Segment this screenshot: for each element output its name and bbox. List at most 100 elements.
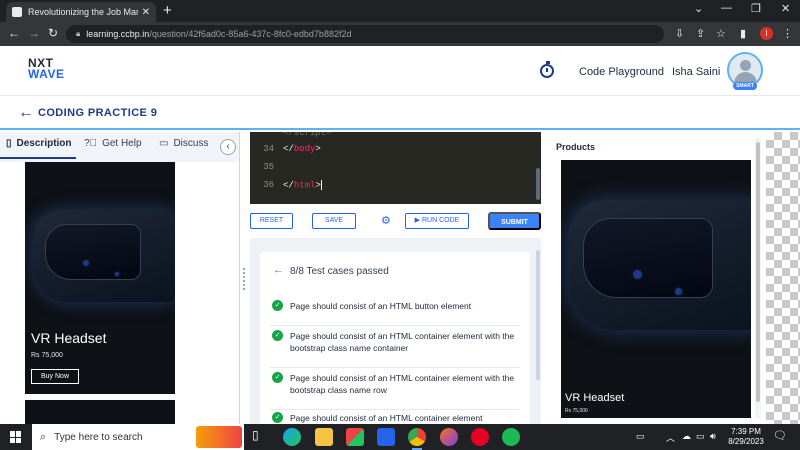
start-pane — [10, 431, 15, 437]
test-summary: 8/8 Test cases passed — [290, 266, 389, 277]
test-case-text: Page should consist of an HTML container… — [290, 413, 483, 423]
start-pane — [16, 431, 21, 437]
vr-visor — [45, 224, 141, 280]
logo-line-2: WAVE — [28, 67, 65, 81]
url-host: learning.ccbp.in — [86, 29, 150, 39]
mail-icon[interactable] — [377, 428, 395, 446]
check-circle-icon: ✓ — [272, 330, 283, 341]
tab-search-icon[interactable]: ⌄ — [694, 2, 703, 15]
document-icon: ▯ — [6, 138, 12, 149]
results-scrollbar[interactable] — [536, 250, 540, 380]
editor-toolbar: RESET SAVE ⚙ ▶ RUN CODE SUBMIT — [250, 204, 541, 238]
pinterest-icon[interactable] — [471, 428, 489, 446]
new-tab-button[interactable]: + — [163, 2, 172, 19]
address-bar[interactable]: 🔒︎ learning.ccbp.in /question/42f6ad0c-8… — [66, 25, 664, 43]
active-tab-indicator — [0, 157, 76, 159]
system-clock[interactable]: 7:39 PM 8/29/2023 — [724, 427, 768, 447]
test-case: ✓ Page should consist of an HTML button … — [270, 300, 520, 326]
editor-scrollbar[interactable] — [536, 168, 540, 200]
install-icon[interactable]: ⇩ — [675, 27, 684, 40]
firefox-icon[interactable] — [440, 428, 458, 446]
search-highlight-image[interactable] — [196, 426, 242, 448]
windows-start-icon[interactable] — [10, 431, 22, 443]
cloud-icon[interactable]: ☁ — [682, 431, 691, 442]
test-case-text: Page should consist of an HTML container… — [290, 331, 515, 353]
vr-camera — [631, 268, 644, 281]
tab-get-help[interactable]: ?⃝ Get Help — [84, 138, 142, 149]
preview-scrollbar[interactable] — [756, 142, 760, 402]
edge-icon[interactable] — [283, 428, 301, 446]
collapse-panel-button[interactable]: ‹ — [220, 139, 236, 155]
code-punct: </ — [283, 180, 294, 191]
preview-product-title: VR Headset — [565, 392, 625, 404]
task-view-icon[interactable]: ▯ — [252, 428, 270, 446]
test-case: ✓ Page should consist of an HTML contain… — [270, 330, 520, 368]
close-window-icon[interactable]: ✕ — [781, 2, 790, 15]
share-icon[interactable]: ⇪ — [696, 27, 705, 40]
test-case: ✓ Page should consist of an HTML contain… — [270, 372, 520, 410]
spotify-icon[interactable] — [502, 428, 520, 446]
side-panel-icon[interactable]: ▮ — [740, 27, 746, 40]
site-header: NXT WAVE Code Playground Isha Saini — [0, 46, 800, 96]
tab-close-icon[interactable]: ✕ — [142, 7, 150, 18]
stopwatch-icon[interactable] — [540, 61, 554, 78]
file-explorer-icon[interactable] — [315, 428, 333, 446]
back-arrow-icon[interactable]: ← — [273, 264, 284, 276]
profile-avatar[interactable]: I — [760, 27, 773, 40]
volume-icon[interactable]: 🔊︎ — [710, 431, 716, 442]
check-circle-icon: ✓ — [272, 372, 283, 383]
store-icon[interactable] — [346, 428, 364, 446]
code-punct: > — [315, 144, 321, 154]
code-playground-link[interactable]: Code Playground — [579, 66, 664, 78]
code-tag: body — [293, 144, 316, 154]
reload-icon[interactable]: ↻ — [48, 26, 58, 40]
partial-line: </script> — [283, 132, 332, 138]
code-punct: </ — [283, 144, 294, 154]
url-path: /question/42f6ad0c-85a6-437c-8fc0-edbd7b… — [149, 29, 352, 39]
help-icon: ?⃝ — [84, 138, 98, 149]
product-price: Rs 75,000 — [31, 352, 63, 359]
start-pane — [16, 437, 21, 443]
minimize-icon[interactable]: — — [721, 2, 732, 14]
vr-camera — [113, 270, 121, 278]
practice-header: ← CODING PRACTICE 9 — [0, 97, 800, 130]
chat-icon: ▭ — [159, 138, 169, 149]
save-button[interactable]: SAVE — [312, 213, 356, 229]
notification-icon[interactable]: 🗨︎ — [773, 429, 787, 442]
keyboard-icon[interactable]: ▭ — [636, 431, 645, 442]
gear-icon[interactable]: ⚙ — [381, 214, 391, 227]
line-number: 35 — [263, 162, 274, 172]
code-tag: html — [293, 180, 316, 191]
vr-visor — [583, 218, 713, 298]
bookmark-star-icon[interactable]: ☆ — [716, 27, 726, 40]
submit-button[interactable]: SUBMIT — [488, 212, 541, 230]
browser-tab[interactable]: Revolutionizing the Job Market | ✕ — [6, 2, 156, 22]
run-code-button[interactable]: ▶ RUN CODE — [405, 213, 469, 229]
buy-now-button[interactable]: Buy Now — [31, 369, 79, 384]
network-icon[interactable]: ▭ — [696, 431, 705, 442]
avatar-head — [740, 60, 751, 71]
nxtwave-logo[interactable]: NXT WAVE — [28, 57, 65, 81]
user-name[interactable]: Isha Saini — [672, 66, 720, 78]
menu-kebab-icon[interactable]: ⋮ — [782, 27, 793, 40]
restore-icon[interactable]: ❐ — [751, 2, 761, 15]
code-line: </script> — [250, 132, 541, 142]
back-arrow-icon[interactable]: ← — [18, 104, 34, 122]
tab-discuss[interactable]: ▭ Discuss — [159, 138, 208, 149]
tab-description[interactable]: ▯ Description — [6, 138, 72, 149]
browser-tab-strip: Revolutionizing the Job Market | ✕ + ⌄ —… — [0, 0, 800, 22]
panel-resize-handle[interactable] — [243, 268, 245, 290]
line-number: 36 — [263, 180, 274, 190]
preview-product-price: Rs 75,000 — [565, 408, 588, 414]
chevron-up-icon[interactable]: ︿ — [666, 431, 675, 444]
windows-taskbar: ⌕ Type here to search ▯ ▭ ︿ ☁ ▭ 🔊︎ 7:39 … — [0, 424, 800, 450]
reset-button[interactable]: RESET — [250, 213, 293, 229]
product-card — [25, 400, 175, 424]
test-results-card: ← 8/8 Test cases passed ✓ Page should co… — [260, 252, 530, 424]
transparent-background — [766, 132, 800, 424]
forward-icon[interactable]: → — [28, 26, 40, 40]
code-editor[interactable]: </script> 34 </body> 35 36 </html> — [250, 132, 541, 204]
back-icon[interactable]: ← — [8, 26, 20, 40]
chrome-icon[interactable] — [408, 428, 426, 450]
output-preview: Products VR Headset Rs 75,000 — [548, 132, 800, 424]
